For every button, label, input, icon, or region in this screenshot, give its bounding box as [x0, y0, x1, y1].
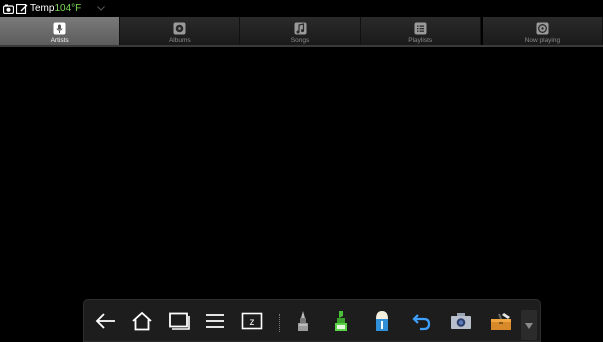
now-playing-icon [535, 21, 549, 35]
menu-button[interactable] [202, 310, 228, 336]
collapse-toolbar-button[interactable] [521, 310, 537, 340]
home-button[interactable] [129, 310, 155, 336]
camera-button[interactable] [448, 310, 474, 336]
content-area [0, 49, 603, 299]
playlist-icon [413, 21, 427, 35]
tab-bar: Artists Albums Songs Playlists Now playi… [0, 17, 603, 47]
back-icon [95, 312, 117, 335]
temperature-label: Temp [30, 3, 55, 14]
pen-icon [296, 310, 310, 337]
eraser-tool-button[interactable] [369, 310, 395, 336]
pen-tool-button[interactable] [290, 310, 316, 336]
tab-playlists[interactable]: Playlists [361, 17, 481, 45]
floating-toolbar: z [83, 299, 541, 342]
status-bar: Temp104°F [0, 0, 603, 17]
screen-capture-button[interactable]: z [239, 310, 265, 336]
tab-songs[interactable]: Songs [240, 17, 361, 45]
undo-button[interactable] [409, 310, 435, 336]
tab-now-playing-label: Now playing [524, 37, 561, 44]
tab-playlists-label: Playlists [408, 37, 433, 44]
tab-songs-label: Songs [290, 37, 310, 44]
eraser-icon [373, 309, 391, 338]
tab-now-playing[interactable]: Now playing [480, 17, 603, 45]
notification-icon [3, 3, 14, 14]
tab-albums[interactable]: Albums [120, 17, 241, 45]
music-note-icon [293, 21, 307, 35]
temperature-indicator: Temp104°F [30, 3, 81, 14]
highlighter-tool-button[interactable] [328, 310, 354, 336]
home-icon [131, 311, 153, 336]
microphone-icon [53, 21, 67, 35]
camera-icon [450, 312, 472, 335]
tab-artists-label: Artists [50, 37, 69, 44]
tab-albums-label: Albums [168, 37, 191, 44]
undo-icon [412, 311, 432, 336]
menu-icon [205, 312, 225, 335]
triangle-down-icon [525, 316, 533, 334]
recent-apps-button[interactable] [166, 310, 192, 336]
screenshot-icon [16, 3, 28, 14]
screen-capture-icon: z [241, 312, 263, 335]
toolbar-divider [279, 314, 281, 332]
tab-artists[interactable]: Artists [0, 17, 121, 45]
toolbox-icon [489, 311, 513, 336]
album-icon [173, 21, 187, 35]
temperature-value: 104°F [54, 3, 82, 14]
highlighter-icon [333, 310, 349, 337]
recent-apps-icon [168, 312, 190, 335]
chevron-down-icon[interactable] [96, 3, 105, 14]
svg-text:z: z [250, 317, 255, 328]
back-button[interactable] [93, 310, 119, 336]
toolbox-button[interactable] [488, 310, 514, 336]
